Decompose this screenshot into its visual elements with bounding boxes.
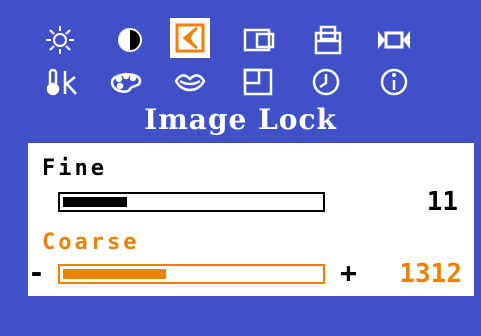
coarse-slider-fill (63, 269, 166, 279)
color-temperature-icon[interactable] (44, 62, 84, 102)
size-icon[interactable] (308, 20, 348, 60)
settings-panel: Fine 11 Coarse - + 1312 (28, 143, 474, 296)
position-icon[interactable] (240, 20, 280, 60)
video-icon[interactable] (374, 20, 414, 60)
sharpness-icon[interactable] (170, 62, 210, 102)
coarse-value: 1312 (399, 259, 462, 289)
picture-in-picture-icon[interactable] (238, 62, 278, 102)
color-palette-icon[interactable] (106, 62, 146, 102)
coarse-slider[interactable] (58, 264, 325, 284)
information-icon[interactable] (374, 62, 414, 102)
brightness-icon[interactable] (40, 20, 80, 60)
fine-slider[interactable] (58, 192, 325, 212)
fine-label: Fine (42, 156, 107, 181)
fine-slider-fill (63, 197, 127, 207)
image-lock-icon[interactable] (170, 18, 210, 58)
menu-title: Image Lock (144, 103, 337, 136)
coarse-decrease-button[interactable]: - (28, 259, 45, 287)
coarse-label: Coarse (42, 230, 140, 255)
fine-value: 11 (426, 187, 458, 217)
contrast-icon[interactable] (110, 20, 150, 60)
coarse-increase-button[interactable]: + (340, 259, 357, 287)
timer-icon[interactable] (306, 62, 346, 102)
